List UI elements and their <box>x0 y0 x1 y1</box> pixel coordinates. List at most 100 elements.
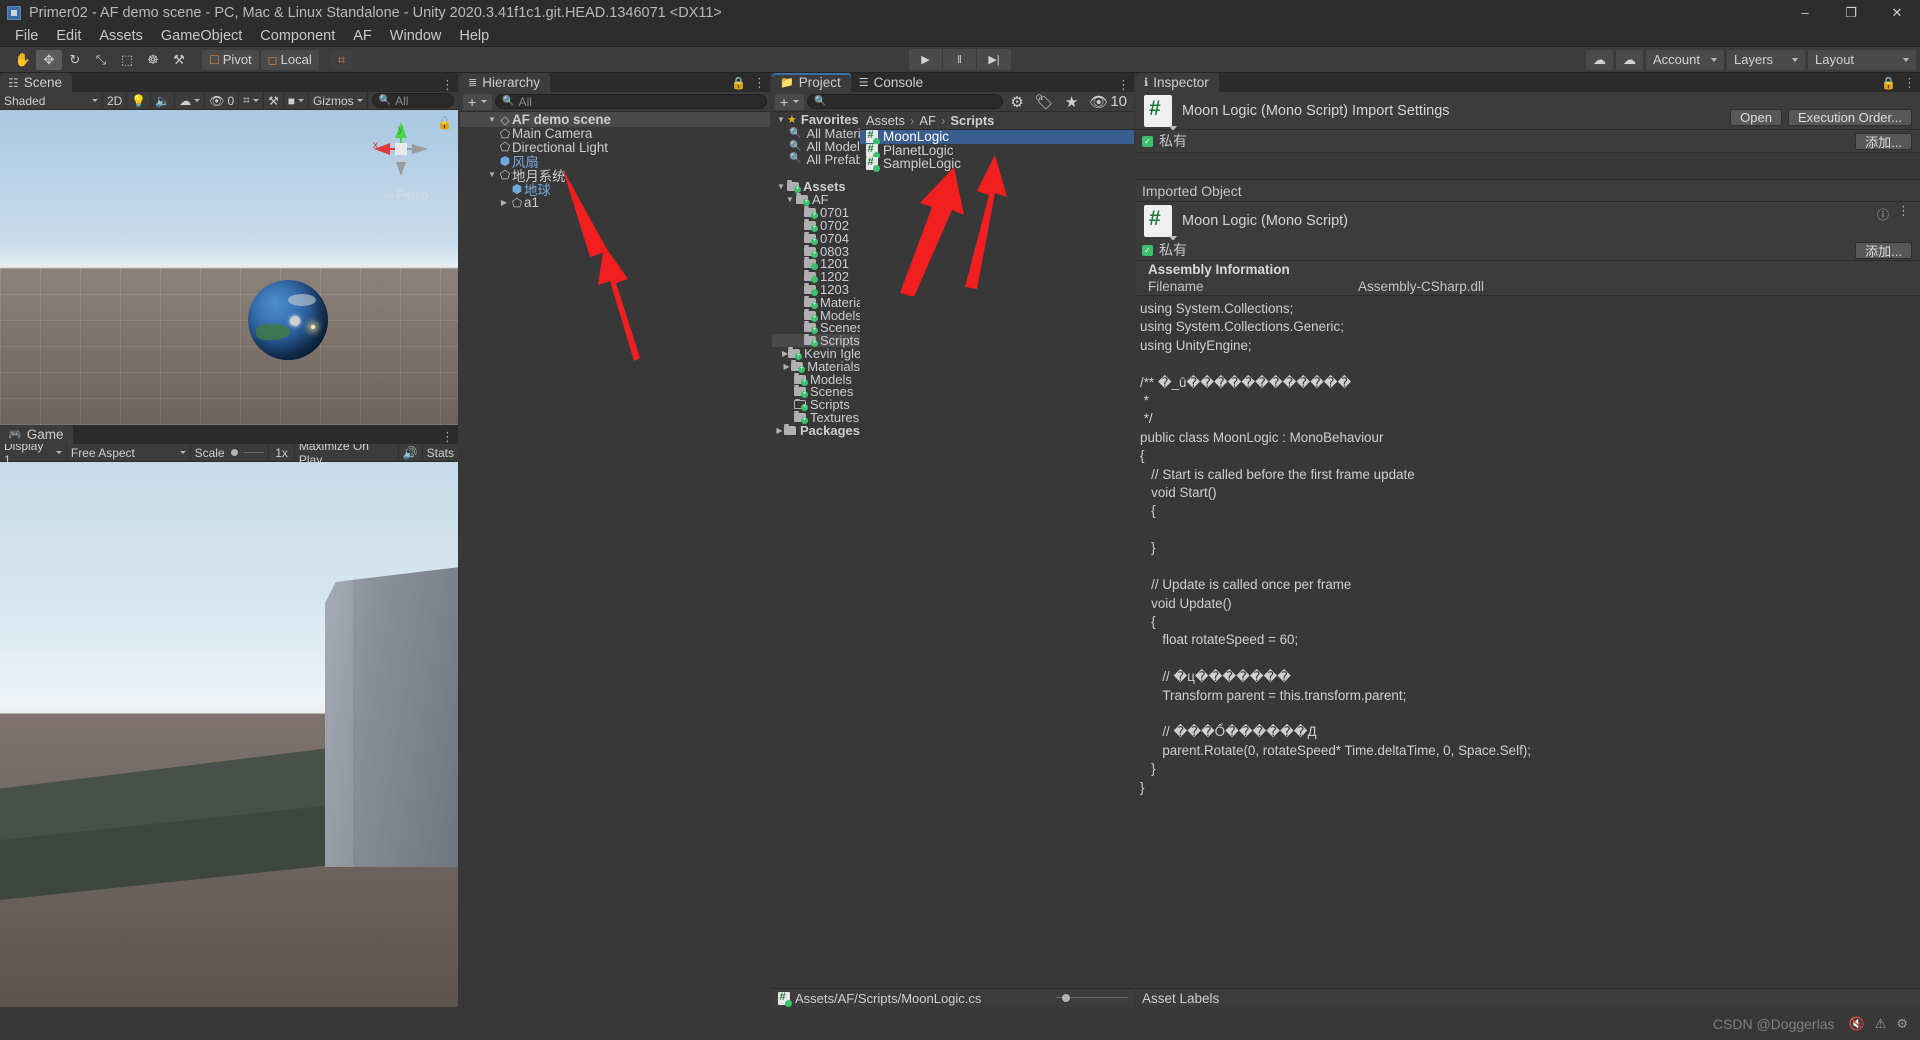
light-gizmo-icon[interactable] <box>306 320 320 334</box>
scene-fx-dropdown[interactable]: ☁ <box>175 91 206 110</box>
imported-add-button[interactable]: 添加... <box>1855 241 1912 259</box>
menu-af[interactable]: AF <box>344 26 381 46</box>
step-button[interactable]: ▶| <box>977 49 1011 70</box>
project-tree-favorites[interactable]: ▼ ★ Favorites <box>772 112 860 127</box>
foldout-closed-icon[interactable]: ▶ <box>498 198 510 207</box>
shading-mode-dropdown[interactable]: Shaded <box>0 91 103 110</box>
toggle-2d[interactable]: 2D <box>103 91 128 110</box>
game-viewport[interactable] <box>0 462 458 1007</box>
mute-audio-toggle[interactable]: 🔊 <box>399 443 423 462</box>
custom-tool-icon[interactable]: ⚒ <box>166 50 192 70</box>
scene-audio-icon[interactable]: 🔈 <box>151 91 176 110</box>
kebab-icon[interactable]: ⋮ <box>1897 204 1910 223</box>
kebab-icon[interactable]: ⋮ <box>1117 78 1130 91</box>
help-icon[interactable]: ⓘ <box>1877 206 1889 223</box>
snap-toggle[interactable]: ⌗ <box>330 49 353 70</box>
open-button[interactable]: Open <box>1730 109 1782 126</box>
close-button[interactable]: ✕ <box>1874 0 1920 25</box>
scene-grid-dropdown[interactable]: ⌗ <box>239 91 264 110</box>
scene-search-box[interactable]: 🔍 All <box>368 92 458 110</box>
scene-search-input[interactable]: 🔍 All <box>371 93 454 108</box>
breadcrumb-scripts[interactable]: Scripts <box>950 113 994 128</box>
checkbox-checked-icon[interactable]: ✓ <box>1142 135 1153 147</box>
menu-component[interactable]: Component <box>251 26 344 46</box>
search-by-label-icon[interactable]: 🏷 <box>1031 93 1058 111</box>
scale-slider[interactable]: Scale <box>191 443 270 462</box>
maximize-button[interactable]: ❐ <box>1828 0 1874 25</box>
project-add-button[interactable]: + <box>775 93 805 110</box>
collab-button[interactable]: ☁ <box>1586 49 1613 70</box>
project-search-input[interactable]: 🔍 <box>807 94 1004 109</box>
lock-icon[interactable]: 🔓 <box>437 116 452 130</box>
pivot-toggle[interactable]: ☐ Pivot <box>202 49 259 70</box>
asset-labels-bar[interactable]: Asset Labels <box>1136 988 1920 1007</box>
project-tree-textures[interactable]: + Textures <box>772 410 860 425</box>
scene-viewport[interactable]: y x ⇦ Persp 🔓 <box>0 110 458 425</box>
hierarchy-item-main-camera[interactable]: ⬠ Main Camera <box>460 126 770 141</box>
minimize-button[interactable]: – <box>1782 0 1828 25</box>
kebab-icon[interactable]: ⋮ <box>753 76 766 89</box>
progress-icon[interactable]: ⚙ <box>1896 1016 1908 1032</box>
aspect-dropdown[interactable]: Free Aspect <box>67 443 191 462</box>
stats-toggle[interactable]: Stats <box>423 444 458 462</box>
hierarchy-item-a1[interactable]: ▶ ⬠ a1 <box>460 195 770 210</box>
foldout-open-icon[interactable]: ▼ <box>784 195 796 204</box>
maximize-on-play-toggle[interactable]: Maximize On Play <box>295 439 399 467</box>
tab-project[interactable]: 📁 Project <box>772 73 851 92</box>
hierarchy-item-earth[interactable]: ⬢ 地球 <box>460 182 770 198</box>
tab-hierarchy[interactable]: ≣ Hierarchy <box>460 73 550 92</box>
gizmos-dropdown[interactable]: Gizmos <box>309 91 368 110</box>
project-tree-packages[interactable]: ▶ Packages <box>772 423 860 438</box>
menu-window[interactable]: Window <box>381 26 451 46</box>
asset-item-moonlogic[interactable]: MoonLogic <box>860 129 1134 146</box>
hierarchy-search-input[interactable]: 🔍 All <box>495 94 767 109</box>
move-tool-icon[interactable]: ✥ <box>36 49 62 70</box>
scene-lighting-icon[interactable]: 💡 <box>127 91 152 110</box>
foldout-open-icon[interactable]: ▼ <box>486 115 498 124</box>
hand-tool-icon[interactable]: ✋ <box>10 50 36 70</box>
scene-tools-icon[interactable]: ⚒ <box>264 91 284 110</box>
foldout-open-icon[interactable]: ▼ <box>775 182 787 191</box>
foldout-open-icon[interactable]: ▼ <box>486 170 498 179</box>
tab-console[interactable]: ☰ Console <box>850 73 934 92</box>
hidden-packages-count[interactable]: 👁 10 <box>1085 93 1131 111</box>
menu-edit[interactable]: Edit <box>47 26 90 46</box>
menu-file[interactable]: File <box>6 26 47 46</box>
kebab-icon[interactable]: ⋮ <box>441 78 454 91</box>
moon-object[interactable] <box>290 316 300 326</box>
add-button[interactable]: 添加... <box>1855 132 1912 150</box>
perspective-label[interactable]: ⇦ Persp <box>383 188 428 202</box>
menu-assets[interactable]: Assets <box>90 26 152 46</box>
search-by-type-icon[interactable]: ⚙ <box>1006 93 1027 111</box>
hierarchy-item-earth-moon-system[interactable]: ▼ ⬠ 地月系统 <box>460 168 770 184</box>
cloud-button[interactable]: ☁ <box>1616 49 1643 70</box>
scene-axis-gizmo[interactable]: y x <box>370 118 432 180</box>
hierarchy-item-fengshan[interactable]: ⬢ 风扇 <box>460 154 770 170</box>
hierarchy-item-af-demo-scene[interactable]: ▼ ◇ AF demo scene <box>460 112 770 127</box>
hierarchy-add-button[interactable]: + <box>463 93 493 110</box>
checkbox-checked-icon[interactable]: ✓ <box>1142 244 1153 256</box>
account-dropdown[interactable]: Account <box>1646 49 1724 70</box>
lock-icon[interactable]: 🔒 <box>731 76 746 90</box>
execution-order-button[interactable]: Execution Order... <box>1787 109 1912 126</box>
layout-dropdown[interactable]: Layout <box>1808 49 1916 70</box>
tab-scene[interactable]: ☷ Scene <box>0 73 73 92</box>
slider-knob[interactable] <box>1062 993 1070 1002</box>
game-tab-options[interactable]: ⋮ <box>441 430 454 443</box>
display-dropdown[interactable]: Display 1 <box>0 439 67 467</box>
breadcrumb-af[interactable]: AF <box>919 113 936 128</box>
play-button[interactable]: ▶ <box>909 49 943 70</box>
project-tree-assets[interactable]: ▼ + Assets <box>772 179 860 194</box>
kebab-icon[interactable]: ⋮ <box>1903 76 1916 89</box>
rect-tool-icon[interactable]: ⬚ <box>114 50 140 70</box>
mute-icon[interactable]: 🔇 <box>1849 1016 1865 1032</box>
kebab-icon[interactable]: ⋮ <box>441 430 454 443</box>
menu-gameobject[interactable]: GameObject <box>152 26 251 46</box>
scale-knob-icon[interactable] <box>230 449 238 456</box>
project-tab-options[interactable]: ⋮ <box>1117 78 1130 91</box>
menu-help[interactable]: Help <box>450 26 498 46</box>
favorite-icon[interactable]: ★ <box>1061 93 1082 111</box>
scene-tab-options[interactable]: ⋮ <box>441 78 454 91</box>
local-toggle[interactable]: ◻ Local <box>260 49 319 70</box>
lock-icon[interactable]: 🔒 <box>1881 76 1896 90</box>
